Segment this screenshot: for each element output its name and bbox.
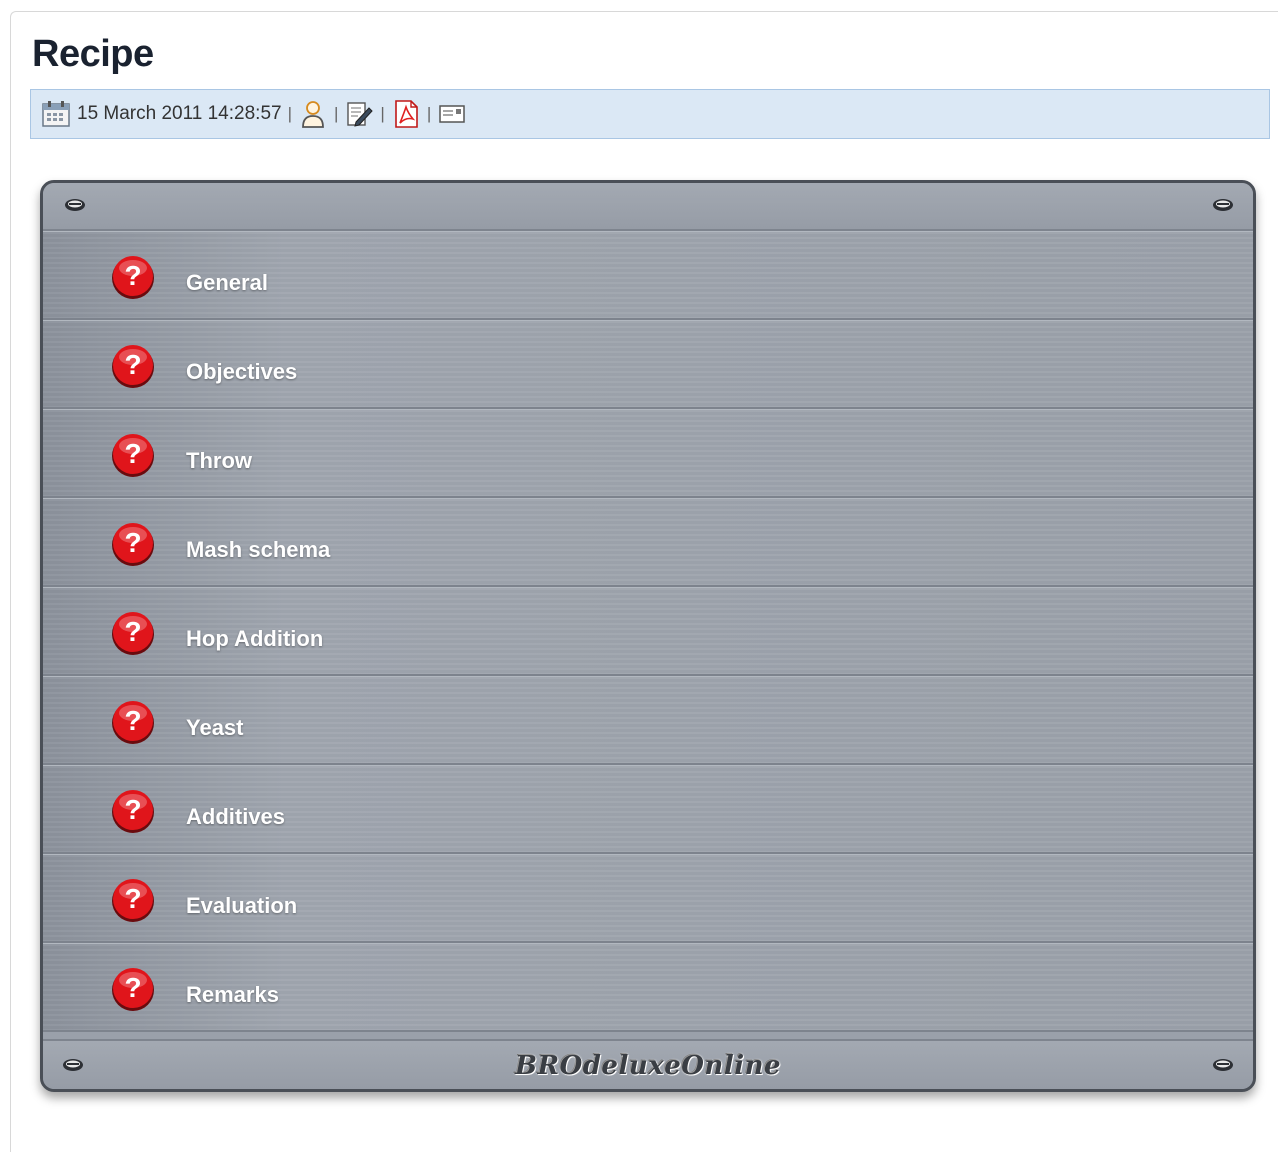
svg-text:?: ? [124,616,141,647]
svg-text:?: ? [124,527,141,558]
calendar-icon [41,99,71,129]
pdf-icon[interactable] [391,99,421,129]
panel-footer: BROdeluxeOnline [43,1039,1253,1089]
section-row-evaluation[interactable]: ? Evaluation [43,854,1253,943]
help-icon: ? [110,877,156,923]
screw-icon [1211,197,1233,211]
svg-text:?: ? [124,794,141,825]
section-row-yeast[interactable]: ? Yeast [43,676,1253,765]
help-icon: ? [110,699,156,745]
article-info-bar: 15 March 2011 14:28:57 | | | | [30,89,1270,139]
section-label: Mash schema [186,537,331,562]
section-label: Evaluation [186,893,298,918]
section-label: Yeast [186,715,244,740]
page-title: Recipe [32,33,154,75]
panel-header [43,183,1253,231]
separator: | [426,104,432,123]
help-icon: ? [110,432,156,478]
separator: | [380,104,385,123]
section-label: General [186,270,268,295]
help-icon: ? [110,610,156,656]
help-icon: ? [110,788,156,834]
svg-text:?: ? [124,349,141,380]
email-icon[interactable] [437,99,467,129]
svg-text:?: ? [124,438,141,469]
brand-logo: BROdeluxeOnline [514,1051,782,1081]
svg-text:?: ? [124,260,141,291]
help-icon: ? [110,966,156,1012]
section-row-hop-addition[interactable]: ? Hop Addition [43,587,1253,676]
section-row-additives[interactable]: ? Additives [43,765,1253,854]
help-icon: ? [110,343,156,389]
section-list: ? General? Objectives? Throw? Mash schema? Ho… [43,231,1253,1032]
svg-text:?: ? [124,883,141,914]
svg-text:?: ? [124,972,141,1003]
section-label: Hop Addition [186,626,324,651]
section-row-throw[interactable]: ? Throw [43,409,1253,498]
svg-text:?: ? [124,705,141,736]
section-row-remarks[interactable]: ? Remarks [43,943,1253,1032]
section-label: Throw [186,448,252,473]
section-row-general[interactable]: ? General [43,231,1253,320]
recipe-panel: ? General? Objectives? Throw? Mash schema? Ho… [40,180,1256,1092]
help-icon: ? [110,521,156,567]
screw-icon [63,197,85,211]
help-icon: ? [110,254,156,300]
section-label: Objectives [186,359,298,384]
section-label: Additives [186,804,286,829]
separator: | [334,104,339,123]
section-row-mash-schema[interactable]: ? Mash schema [43,498,1253,587]
user-icon[interactable] [298,99,328,129]
publish-date: 15 March 2011 14:28:57 [77,103,282,124]
edit-icon[interactable] [344,99,374,129]
separator: | [287,104,292,123]
section-label: Remarks [186,982,279,1007]
section-row-objectives[interactable]: ? Objectives [43,320,1253,409]
